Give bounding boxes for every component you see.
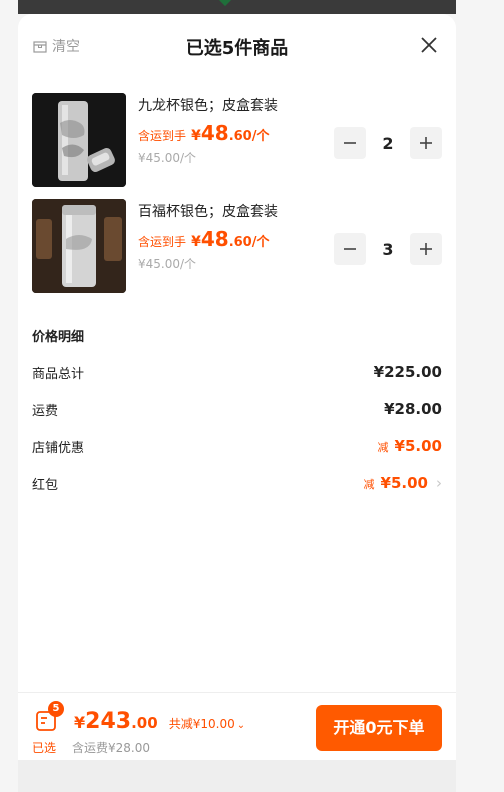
row-label: 红包 [32,478,59,493]
row-value-wrap: 减 ¥5.00 › [364,474,442,492]
product-image[interactable] [32,93,126,187]
background-page-footer [18,760,456,792]
row-label: 商品总计 [32,367,85,382]
price-row-shipping: 运费 ¥28.00 [32,400,442,420]
shipping-note: 含运费¥28.00 [72,741,150,755]
saving-toggle[interactable]: 共减¥10.00 ⌄ [169,717,245,731]
sheet-header: 清空 已选5件商品 [18,14,456,78]
row-value-wrap: 减 ¥5.00 [378,437,442,455]
background-right [456,0,504,792]
minus-prefix: 减 [377,441,389,454]
price-detail-title: 价格明细 [32,330,85,345]
shop-logo-icon [217,0,233,7]
background-page-header [18,0,456,14]
row-value: ¥5.00 [394,437,442,455]
selected-label: 已选 [32,741,57,755]
row-value: ¥5.00 [380,474,428,492]
original-price: ¥45.00/个 [138,151,197,165]
product-image[interactable] [32,199,126,293]
cart-item: 九龙杯银色；皮盒套装 含运到手 ¥48.60/个 ¥45.00/个 2 [32,93,442,187]
product-price: 含运到手 ¥48.60/个 [138,227,270,251]
plus-icon [420,137,432,149]
row-value: ¥28.00 [384,400,442,418]
price-row-subtotal: 商品总计 ¥225.00 [32,363,442,383]
chevron-down-icon: ⌄ [236,720,246,731]
plus-button[interactable] [410,127,442,159]
quantity-stepper: 2 [334,127,442,159]
price-row-red-packet[interactable]: 红包 减 ¥5.00 › [32,474,442,494]
row-value: ¥225.00 [373,363,442,381]
product-name[interactable]: 九龙杯银色；皮盒套装 [138,95,278,115]
original-price: ¥45.00/个 [138,257,197,271]
minus-button[interactable] [334,233,366,265]
cart-sheet: 清空 已选5件商品 九龙杯银色；皮盒套装 含运到手 ¥48.60/个 ¥45.0 [18,14,456,760]
plus-icon [420,243,432,255]
checkout-button[interactable]: 开通0元下单 [316,705,442,751]
checkout-bar: 5 已选 ¥243.00 共减¥10.00 ⌄ 含运费¥28.00 开通0元下单 [18,692,456,760]
quantity-value[interactable]: 2 [366,134,410,153]
product-price: 含运到手 ¥48.60/个 [138,121,270,145]
minus-icon [344,248,356,250]
product-name[interactable]: 百福杯银色；皮盒套装 [138,201,278,221]
cart-item: 百福杯银色；皮盒套装 含运到手 ¥48.60/个 ¥45.00/个 3 [32,199,442,293]
cart-count-badge: 5 [48,701,64,717]
row-label: 店铺优惠 [32,441,85,456]
quantity-value[interactable]: 3 [366,240,410,259]
close-icon[interactable] [418,34,440,56]
price-row-store-discount: 店铺优惠 减 ¥5.00 [32,437,442,457]
quantity-stepper: 3 [334,233,442,265]
row-label: 运费 [32,404,59,419]
plus-button[interactable] [410,233,442,265]
minus-prefix: 减 [363,478,375,491]
minus-icon [344,142,356,144]
total-price: ¥243.00 共减¥10.00 ⌄ [74,709,246,734]
sheet-title: 已选5件商品 [185,38,289,59]
minus-button[interactable] [334,127,366,159]
chevron-right-icon: › [436,474,442,492]
